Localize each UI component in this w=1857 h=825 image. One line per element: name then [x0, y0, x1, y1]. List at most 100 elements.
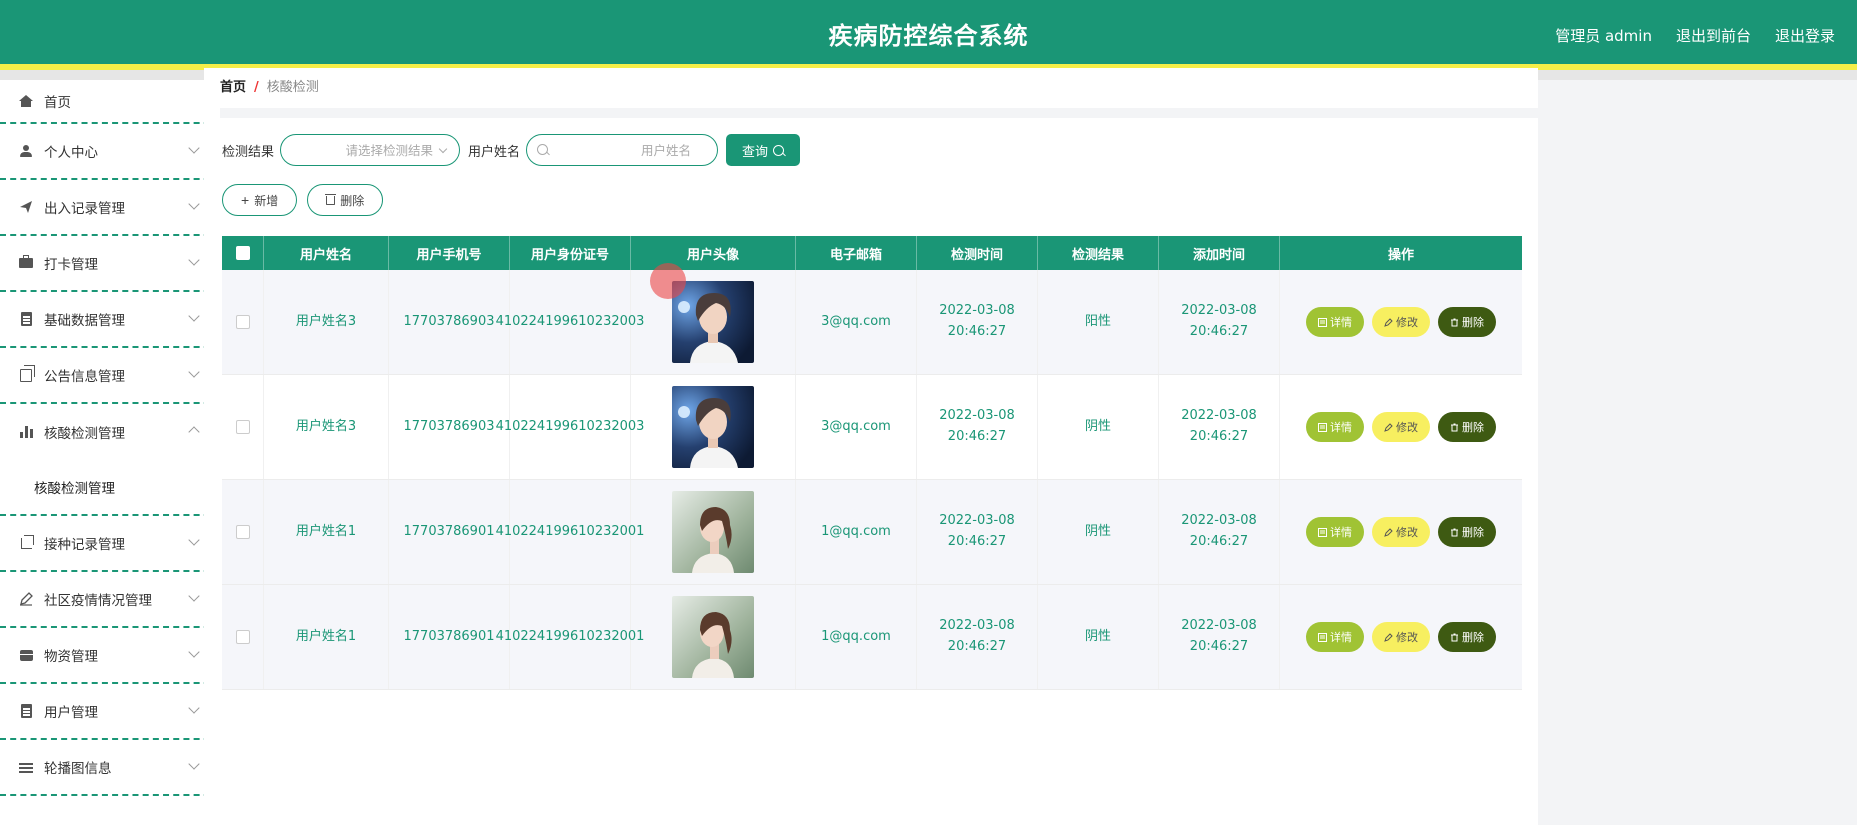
- edit-button[interactable]: 修改: [1372, 412, 1430, 442]
- top-header: 疾病防控综合系统 管理员 admin 退出到前台 退出登录: [0, 0, 1857, 70]
- trash-icon: [1451, 633, 1458, 641]
- cell-email: 1@qq.com: [796, 585, 917, 689]
- edit-button[interactable]: 修改: [1372, 517, 1430, 547]
- sidebar-item-access-records[interactable]: 出入记录管理: [0, 180, 220, 236]
- table-row: 用户姓名3 17703786903 410224199610232003 3@q…: [222, 270, 1522, 375]
- chevron-down-icon: [188, 142, 200, 154]
- breadcrumb-home[interactable]: 首页: [220, 80, 246, 95]
- column-header: 操作: [1387, 247, 1414, 263]
- search-icon: [537, 144, 549, 155]
- row-checkbox[interactable]: [235, 420, 250, 434]
- detail-button[interactable]: 详情: [1306, 517, 1364, 547]
- cell-add-time: 2022-03-08 20:46:27: [1159, 270, 1280, 374]
- detail-button[interactable]: 详情: [1306, 622, 1364, 652]
- action-bar: + 新增 删除: [222, 184, 384, 216]
- trash-icon: [1451, 528, 1458, 536]
- delete-button[interactable]: 删除: [1438, 412, 1496, 442]
- sidebar-item-label: 用户管理: [44, 705, 98, 721]
- sidebar-item-notices[interactable]: 公告信息管理: [0, 348, 220, 404]
- edit-label: 修改: [1396, 527, 1418, 539]
- sidebar-item-vaccination[interactable]: 接种记录管理: [0, 516, 220, 572]
- cell-operations: 详情 修改 删除: [1280, 270, 1522, 374]
- cell-name: 用户姓名1: [264, 480, 389, 584]
- name-field[interactable]: [526, 134, 719, 166]
- row-checkbox[interactable]: [235, 630, 250, 644]
- sidebar-item-label: 出入记录管理: [44, 201, 125, 217]
- edit-button[interactable]: 修改: [1372, 307, 1430, 337]
- name-label: 用户姓名: [468, 144, 521, 160]
- sidebar-item-carousel[interactable]: 轮播图信息: [0, 740, 220, 796]
- cell-operations: 详情 修改 删除: [1280, 480, 1522, 584]
- chevron-down-icon: [188, 702, 200, 714]
- row-select-cell: [222, 270, 264, 374]
- sidebar-item-nucleic-test[interactable]: 核酸检测管理: [0, 404, 220, 460]
- sidebar-item-community-epidemic[interactable]: 社区疫情情况管理: [0, 572, 220, 628]
- sidebar-item-home[interactable]: 首页: [0, 80, 220, 124]
- row-checkbox[interactable]: [235, 525, 250, 539]
- delete-button[interactable]: 删除: [1438, 622, 1496, 652]
- row-checkbox[interactable]: [235, 315, 250, 329]
- cell-test-time: 2022-03-08 20:46:27: [917, 585, 1038, 689]
- sidebar-item-label: 接种记录管理: [44, 537, 125, 553]
- avatar: [672, 386, 754, 468]
- delete-button[interactable]: 删除: [1438, 517, 1496, 547]
- cell-id-card: 410224199610232001: [496, 585, 644, 689]
- edit-label: 修改: [1396, 422, 1418, 434]
- result-label: 检测结果: [222, 144, 275, 160]
- sidebar-item-checkin[interactable]: 打卡管理: [0, 236, 220, 292]
- select-all-checkbox[interactable]: [235, 246, 250, 260]
- add-button[interactable]: + 新增: [222, 184, 298, 216]
- cell-avatar: [631, 480, 796, 584]
- detail-label: 详情: [1330, 422, 1352, 434]
- cell-name: 用户姓名1: [264, 585, 389, 689]
- send-icon: [18, 199, 34, 215]
- main-content: 检测结果 用户姓名 查询 + 新增 删除 用户姓名 用户手机号 用户身份: [204, 118, 1538, 825]
- chevron-down-icon: [188, 198, 200, 210]
- nucleic-test-table: 用户姓名 用户手机号 用户身份证号 用户头像 电子邮箱 检测时间 检测结果 添加…: [222, 236, 1522, 690]
- detail-button[interactable]: 详情: [1306, 307, 1364, 337]
- edit-icon: [1384, 632, 1393, 642]
- delete-label: 删除: [1462, 527, 1484, 539]
- cell-name: 用户姓名3: [264, 270, 389, 374]
- trash-icon: [1451, 423, 1458, 431]
- cell-add-time: 2022-03-08 20:46:27: [1159, 585, 1280, 689]
- query-button-label: 查询: [742, 143, 769, 159]
- name-input[interactable]: [527, 141, 694, 159]
- cell-email: 1@qq.com: [796, 480, 917, 584]
- sidebar-item-users[interactable]: 用户管理: [0, 684, 220, 740]
- query-button[interactable]: 查询: [726, 134, 801, 166]
- page-margin: [1538, 80, 1857, 825]
- cell-avatar: [631, 585, 796, 689]
- delete-label: 删除: [1462, 422, 1484, 434]
- chevron-down-icon: [188, 366, 200, 378]
- cell-phone: 17703786903: [389, 270, 510, 374]
- column-header: 用户姓名: [264, 236, 389, 270]
- cell-name: 用户姓名3: [264, 375, 389, 479]
- breadcrumb-separator: /: [254, 80, 259, 95]
- search-bar: 检测结果 用户姓名 查询: [222, 134, 801, 166]
- delete-button[interactable]: 删除: [1438, 307, 1496, 337]
- sidebar-item-supplies[interactable]: 物资管理: [0, 628, 220, 684]
- result-select[interactable]: [280, 134, 461, 166]
- column-header: 检测时间: [917, 236, 1038, 270]
- cell-id-card: 410224199610232001: [496, 480, 644, 584]
- chevron-down-icon: [188, 758, 200, 770]
- cell-result: 阳性: [1038, 270, 1159, 374]
- table-body: 用户姓名3 17703786903 410224199610232003 3@q…: [222, 270, 1522, 690]
- sidebar-item-basic-data[interactable]: 基础数据管理: [0, 292, 220, 348]
- cell-phone: 17703786903: [389, 375, 510, 479]
- detail-button[interactable]: 详情: [1306, 412, 1364, 442]
- sidebar-item-personal-center[interactable]: 个人中心: [0, 124, 220, 180]
- cell-id-card: 410224199610232003: [496, 270, 644, 374]
- chevron-down-icon: [188, 646, 200, 658]
- sidebar-subitem-nucleic-test[interactable]: 核酸检测管理: [0, 460, 220, 516]
- table-row: 用户姓名3 17703786903 410224199610232003 3@q…: [222, 375, 1522, 480]
- batch-delete-button[interactable]: 删除: [307, 184, 384, 216]
- search-icon: [773, 144, 785, 156]
- exit-to-front-link[interactable]: 退出到前台: [1676, 0, 1751, 70]
- edit-button[interactable]: 修改: [1372, 622, 1430, 652]
- column-header: 用户头像: [631, 236, 796, 270]
- result-select-input[interactable]: [281, 141, 436, 159]
- edit-icon: [1384, 317, 1393, 327]
- logout-link[interactable]: 退出登录: [1775, 0, 1835, 70]
